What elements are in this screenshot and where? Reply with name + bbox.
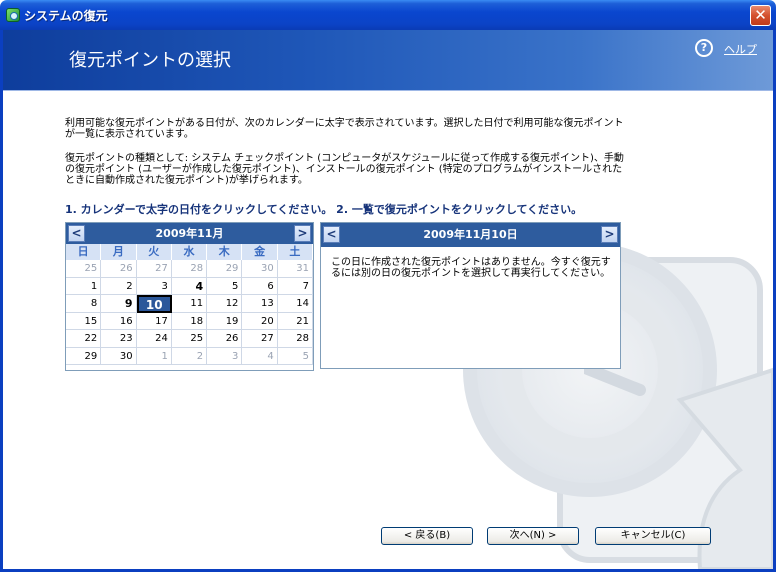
calendar-day[interactable]: 20 (242, 312, 278, 330)
calendar-day[interactable]: 9 (101, 295, 137, 313)
calendar-day[interactable]: 26 (207, 330, 243, 348)
weekday-header: 火 (136, 244, 172, 260)
header-divider (3, 90, 773, 91)
window-title: システムの復元 (24, 9, 108, 23)
calendar-day[interactable]: 1 (136, 347, 172, 365)
system-restore-window: システムの復元 ✕ 復元ポイントの選択 ? ヘルプ 利用可能な復元ポイントがある… (0, 0, 776, 572)
calendar-day[interactable]: 5 (277, 347, 313, 365)
calendar-day[interactable]: 23 (101, 330, 137, 348)
calendar-day[interactable]: 4 (242, 347, 278, 365)
calendar-day[interactable]: 29 (207, 260, 243, 278)
calendar-day[interactable]: 3 (136, 277, 172, 295)
restore-point-list-header: < 2009年11月10日 > (321, 223, 620, 247)
help-link[interactable]: ヘルプ (724, 41, 757, 57)
calendar-prev-month-button[interactable]: < (68, 225, 85, 242)
close-button[interactable]: ✕ (750, 5, 771, 26)
calendar-day[interactable]: 17 (136, 312, 172, 330)
description-restore-point-types: 復元ポイントの種類として: システム チェックポイント (コンピュータがスケジュ… (65, 153, 624, 186)
calendar-day[interactable]: 5 (207, 277, 243, 295)
calendar-day[interactable]: 6 (242, 277, 278, 295)
calendar-grid: 日月火水木金土 25 26 27 28 29 30 31 1 2 3 4 5 6 7 8 9 10 11 12 13 14… (66, 244, 313, 365)
restore-point-next-day-button[interactable]: > (601, 226, 618, 243)
calendar-day[interactable]: 3 (207, 347, 243, 365)
cancel-button[interactable]: キャンセル(C) (595, 527, 711, 545)
calendar-day[interactable]: 14 (277, 295, 313, 313)
calendar-day[interactable]: 21 (277, 312, 313, 330)
system-restore-icon (6, 8, 20, 22)
weekday-header: 木 (207, 244, 243, 260)
calendar-day-selected[interactable]: 10 (136, 295, 172, 313)
calendar-day[interactable]: 22 (66, 330, 102, 348)
calendar-day[interactable]: 8 (66, 295, 102, 313)
weekday-header: 土 (277, 244, 313, 260)
calendar-header: < 2009年11月 > (66, 223, 313, 244)
calendar-day[interactable]: 27 (242, 330, 278, 348)
calendar-day[interactable]: 24 (136, 330, 172, 348)
page-title: 復元ポイントの選択 (69, 50, 231, 71)
window-frame-left (0, 30, 3, 572)
calendar-day[interactable]: 1 (66, 277, 102, 295)
calendar-day[interactable]: 19 (207, 312, 243, 330)
next-button[interactable]: 次へ(N) > (487, 527, 579, 545)
calendar-day[interactable]: 7 (277, 277, 313, 295)
back-button[interactable]: < 戻る(B) (381, 527, 473, 545)
calendar-day[interactable]: 30 (242, 260, 278, 278)
weekday-header: 月 (101, 244, 137, 260)
description-available-dates: 利用可能な復元ポイントがある日付が、次のカレンダーに太字で表示されています。選択… (65, 118, 624, 140)
calendar-month-label: 2009年11月 (155, 227, 224, 240)
calendar-next-month-button[interactable]: > (294, 225, 311, 242)
close-icon: ✕ (754, 6, 767, 24)
calendar-day[interactable]: 31 (277, 260, 313, 278)
restore-point-list: < 2009年11月10日 > この日に作成された復元ポイントはありません。今す… (320, 222, 621, 369)
calendar-day[interactable]: 25 (171, 330, 208, 348)
weekday-header: 日 (66, 244, 102, 260)
weekday-header: 水 (171, 244, 208, 260)
calendar-day[interactable]: 16 (101, 312, 137, 330)
calendar: < 2009年11月 > 日月火水木金土 25 26 27 28 29 30 31 1 2 3 4 5 6… (65, 222, 314, 371)
calendar-day[interactable]: 30 (101, 347, 137, 365)
calendar-day[interactable]: 4 (171, 277, 208, 295)
calendar-day[interactable]: 18 (171, 312, 208, 330)
calendar-day[interactable]: 15 (66, 312, 102, 330)
no-restore-points-message: この日に作成された復元ポイントはありません。今すぐ復元するには別の日の復元ポイン… (331, 257, 611, 279)
calendar-day[interactable]: 12 (207, 295, 243, 313)
wizard-header: 復元ポイントの選択 ? ヘルプ (3, 30, 773, 90)
calendar-day[interactable]: 28 (171, 260, 208, 278)
help-icon[interactable]: ? (695, 39, 713, 57)
title-bar[interactable]: システムの復元 ✕ (0, 0, 776, 30)
calendar-day[interactable]: 13 (242, 295, 278, 313)
calendar-day[interactable]: 2 (101, 277, 137, 295)
restore-point-date-label: 2009年11月10日 (423, 228, 518, 241)
calendar-day[interactable]: 25 (66, 260, 102, 278)
calendar-day[interactable]: 2 (171, 347, 208, 365)
calendar-day[interactable]: 28 (277, 330, 313, 348)
weekday-header: 金 (242, 244, 278, 260)
calendar-day[interactable]: 26 (101, 260, 137, 278)
instructions-label: 1. カレンダーで太字の日付をクリックしてください。 2. 一覧で復元ポイントを… (65, 203, 583, 216)
restore-point-prev-day-button[interactable]: < (323, 226, 340, 243)
calendar-day[interactable]: 29 (66, 347, 102, 365)
calendar-day[interactable]: 27 (136, 260, 172, 278)
calendar-day[interactable]: 11 (171, 295, 208, 313)
